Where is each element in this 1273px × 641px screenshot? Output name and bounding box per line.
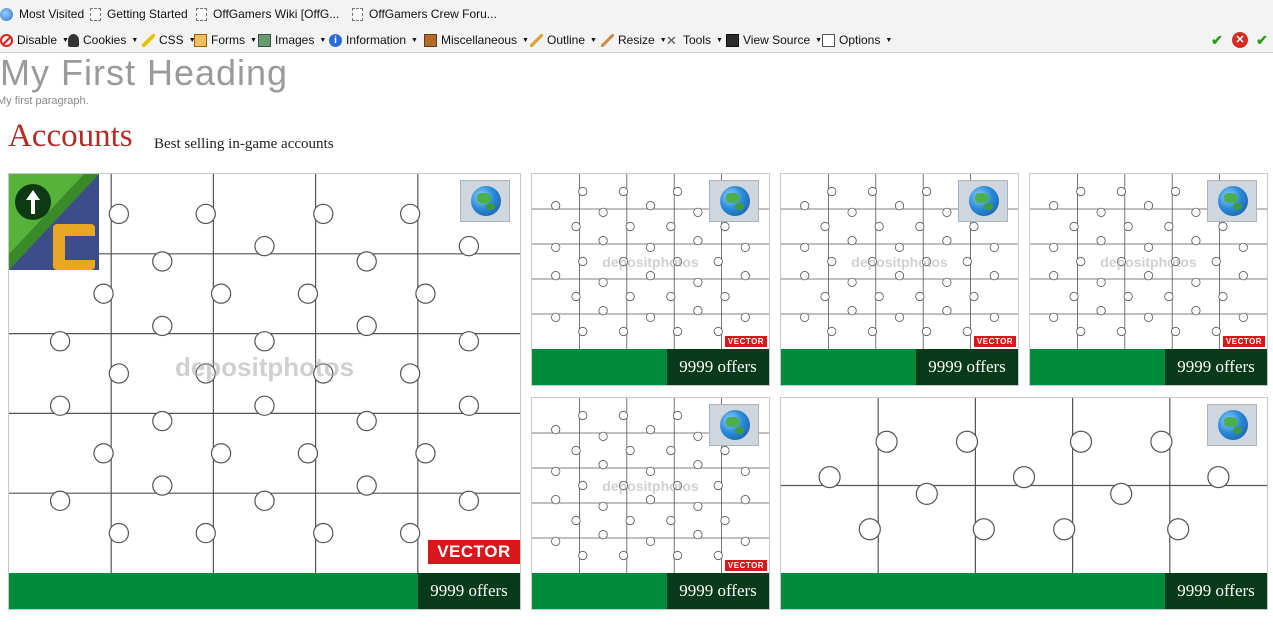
region-badge [1207,404,1257,446]
most-visited-icon [0,7,13,21]
disable-icon [0,33,13,47]
bookmarks-toolbar: Most Visited Getting Started OffGamers W… [0,0,1273,28]
bookmark-wiki[interactable]: OffGamers Wiki [OffG... [196,0,339,28]
options-icon [822,33,835,47]
menu-options[interactable]: Options ▼ [822,28,892,52]
menu-view-source[interactable]: View Source ▼ [726,28,822,52]
account-card[interactable]: depositphotos VECTOR 9999 offers [780,173,1019,386]
card-footer: 9999 offers [1030,349,1267,385]
cookie-icon [68,33,79,47]
miscellaneous-icon [424,33,437,47]
offers-count[interactable]: 9999 offers [916,349,1018,385]
bookmark-forum[interactable]: OffGamers Crew Foru... [352,0,497,28]
chevron-down-icon: ▼ [411,36,418,44]
chevron-down-icon: ▼ [131,36,139,44]
menu-images[interactable]: Images ▼ [258,28,326,52]
watermark: depositphotos [602,478,699,494]
offers-count[interactable]: 9999 offers [667,349,769,385]
css-valid-check-icon[interactable]: ✔ [1209,32,1225,48]
menu-miscellaneous[interactable]: Miscellaneous ▼ [424,28,529,52]
region-badge [709,404,759,446]
chevron-down-icon: ▼ [319,36,327,44]
web-developer-toolbar: Disable ▼ Cookies ▼ CSS ▼ Forms ▼ Images ▼ i … [0,28,1273,53]
card-footer: 9999 offers [532,349,769,385]
forms-icon [194,33,207,47]
css-pencil-icon [142,33,155,47]
account-card[interactable]: depositphotos VECTOR 9999 offers [1029,173,1268,386]
watermark: depositphotos [174,352,355,382]
chevron-down-icon: ▼ [716,36,723,44]
menu-disable[interactable]: Disable ▼ [0,28,69,52]
card-footer: 9999 offers [9,573,520,609]
globe-icon [720,186,750,216]
puzzle-pattern [781,398,1267,573]
chevron-down-icon: ▼ [885,36,893,44]
menu-outline[interactable]: Outline ▼ [530,28,597,52]
chevron-down-icon: ▼ [250,36,257,44]
card-footer: 9999 offers [781,349,1018,385]
menu-cookies[interactable]: Cookies ▼ [68,28,138,52]
globe-icon [1218,186,1248,216]
chevron-down-icon: ▼ [522,36,529,44]
offers-count[interactable]: 9999 offers [1165,349,1267,385]
html-valid-check-icon[interactable]: ✔ [1254,32,1270,48]
vector-badge: VECTOR [725,336,767,347]
vector-badge: VECTOR [428,540,520,564]
card-footer: 9999 offers [532,573,769,609]
info-icon: i [329,33,342,47]
menu-css[interactable]: CSS ▼ [142,28,196,52]
resize-icon [601,33,614,47]
watermark: depositphotos [1100,254,1197,270]
vector-badge: VECTOR [1223,336,1265,347]
menu-tools[interactable]: ✕ Tools ▼ [666,28,723,52]
offers-count[interactable]: 9999 offers [418,573,520,609]
globe-icon [969,186,999,216]
page-icon [352,7,363,21]
globe-icon [471,186,501,216]
region-badge [958,180,1008,222]
globe-icon [1218,410,1248,440]
account-card[interactable]: 9999 offers [780,397,1268,610]
card-footer: 9999 offers [781,573,1267,609]
bookmark-getting-started[interactable]: Getting Started [90,0,188,28]
menu-information[interactable]: i Information ▼ [329,28,418,52]
accounts-title: Accounts [8,118,133,154]
globe-icon [720,410,750,440]
game-logo-icon [9,174,99,270]
page-heading: My First Heading [0,52,289,93]
bookmark-most-visited[interactable]: Most Visited [0,0,84,28]
view-source-icon [726,33,739,47]
error-icon[interactable]: ✕ [1232,32,1248,48]
page-icon [90,7,101,21]
menu-resize[interactable]: Resize ▼ [601,28,667,52]
account-card[interactable]: depositphotos VECTOR 9999 offers [531,397,770,610]
outline-pencil-icon [530,33,543,47]
offers-count[interactable]: 9999 offers [1165,573,1267,609]
account-card[interactable]: depositphotos VECTOR 9999 offers [8,173,521,610]
tools-icon: ✕ [666,32,677,48]
watermark: depositphotos [602,254,699,270]
page-icon [196,7,207,21]
vector-badge: VECTOR [974,336,1016,347]
offers-count[interactable]: 9999 offers [667,573,769,609]
region-badge [1207,180,1257,222]
region-badge [460,180,510,222]
images-icon [258,33,271,47]
chevron-down-icon: ▼ [590,36,597,44]
accounts-subtitle: Best selling in-game accounts [154,136,334,152]
menu-forms[interactable]: Forms ▼ [194,28,257,52]
region-badge [709,180,759,222]
account-card[interactable]: depositphotos VECTOR 9999 offers [531,173,770,386]
watermark: depositphotos [851,254,948,270]
game-thumbnail [9,174,99,270]
page-paragraph: My first paragraph. [0,95,89,107]
vector-badge: VECTOR [725,560,767,571]
